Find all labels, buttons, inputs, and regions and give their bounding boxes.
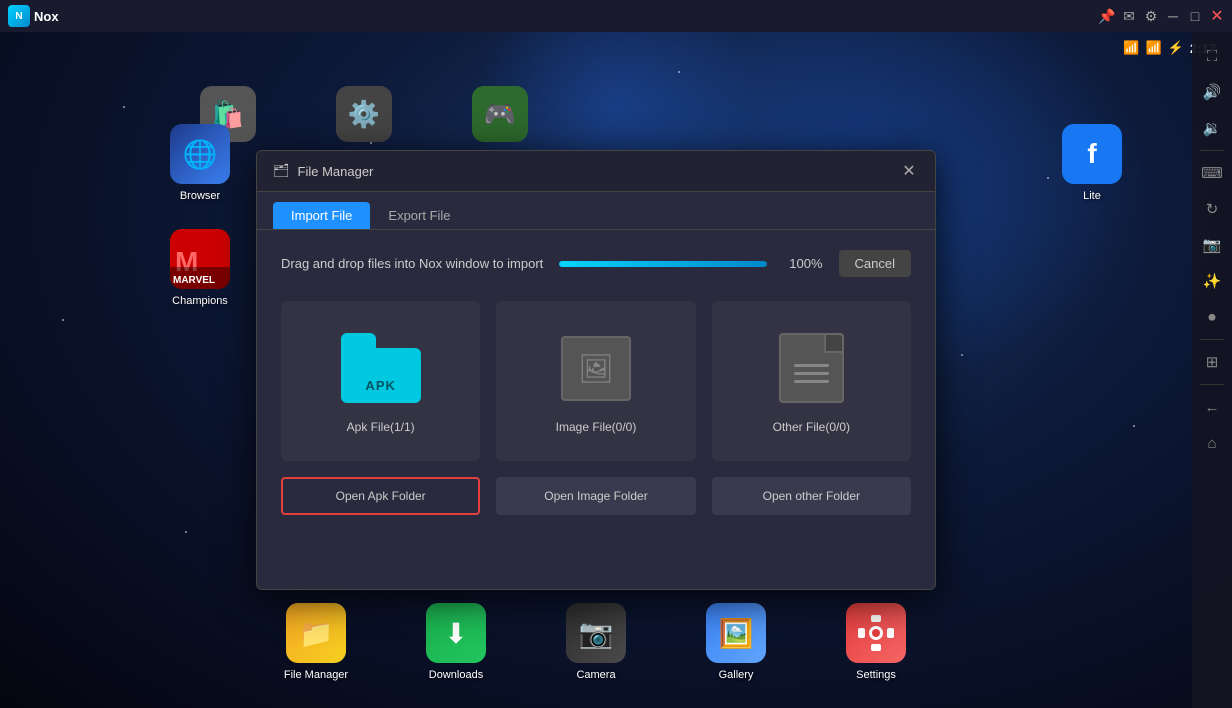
tab-import[interactable]: Import File <box>273 202 370 229</box>
doc-corner <box>824 335 842 353</box>
sidebar-divider-2 <box>1200 339 1224 340</box>
modal-body: Drag and drop files into Nox window to i… <box>257 230 935 535</box>
folder-body: APK <box>341 348 421 403</box>
modal-title-icon: 🗂 <box>273 163 290 179</box>
tab-export[interactable]: Export File <box>370 202 468 229</box>
file-manager-modal: 🗂 File Manager ✕ Import File Export File… <box>256 150 936 590</box>
nox-logo: N Nox <box>8 5 59 27</box>
open-other-folder-button[interactable]: Open other Folder <box>712 477 911 515</box>
image-card-label: Image File(0/0) <box>556 420 637 434</box>
progress-percent: 100% <box>783 256 823 271</box>
mail-icon[interactable]: ✉ <box>1122 9 1136 23</box>
sidebar-sparkle-icon[interactable]: ✨ <box>1196 265 1228 297</box>
modal-close-button[interactable]: ✕ <box>899 161 919 181</box>
folder-buttons: Open Apk Folder Open Image Folder Open o… <box>281 477 911 515</box>
doc-icon <box>779 333 844 403</box>
modal-tabs: Import File Export File <box>257 192 935 230</box>
folder-tab <box>341 333 376 349</box>
gear-icon[interactable]: ⚙ <box>1144 9 1158 23</box>
image-icon-glyph: 🖼 <box>578 352 614 385</box>
sidebar-home-icon[interactable]: ⌂ <box>1196 427 1228 459</box>
apk-file-card: APK Apk File(1/1) <box>281 301 480 461</box>
doc-line-3 <box>794 380 829 383</box>
sidebar-divider-3 <box>1200 384 1224 385</box>
sidebar-multi-icon[interactable]: ⊞ <box>1196 346 1228 378</box>
doc-lines <box>794 364 829 383</box>
pin-icon[interactable]: 📌 <box>1100 9 1114 23</box>
doc-line-1 <box>794 364 829 367</box>
sidebar-volume-icon[interactable]: 🔊 <box>1196 76 1228 108</box>
sidebar-back-icon[interactable]: ← <box>1196 391 1228 423</box>
close-icon[interactable]: ✕ <box>1210 9 1224 23</box>
minimize-icon[interactable]: ─ <box>1166 9 1180 23</box>
modal-overlay: 🗂 File Manager ✕ Import File Export File… <box>0 32 1192 708</box>
modal-title-area: 🗂 File Manager <box>273 163 373 179</box>
open-apk-folder-button[interactable]: Open Apk Folder <box>281 477 480 515</box>
sidebar-volume-down-icon[interactable]: 🔉 <box>1196 112 1228 144</box>
other-file-card: Other File(0/0) <box>712 301 911 461</box>
sidebar-keyboard-icon[interactable]: ⌨ <box>1196 157 1228 189</box>
other-card-label: Other File(0/0) <box>773 420 850 434</box>
sidebar-divider-1 <box>1200 150 1224 151</box>
image-file-icon-container: 🖼 <box>556 328 636 408</box>
maximize-icon[interactable]: □ <box>1188 9 1202 23</box>
apk-folder-icon: APK <box>341 328 421 408</box>
nox-logo-icon: N <box>8 5 30 27</box>
image-file-icon: 🖼 <box>561 336 631 401</box>
progress-label: Drag and drop files into Nox window to i… <box>281 256 543 271</box>
sidebar-record-icon[interactable]: ⏺ <box>1196 301 1228 333</box>
window-controls: 📌 ✉ ⚙ ─ □ ✕ <box>1100 9 1224 23</box>
progress-bar-fill <box>559 261 766 267</box>
apk-text-label: APK <box>365 378 395 393</box>
sidebar-rotate-icon[interactable]: ↻ <box>1196 193 1228 225</box>
nox-title: Nox <box>34 9 59 24</box>
modal-header: 🗂 File Manager ✕ <box>257 151 935 192</box>
modal-title: File Manager <box>298 164 374 179</box>
sidebar-screenshot-icon[interactable]: 📷 <box>1196 229 1228 261</box>
right-sidebar: ⛶ 🔊 🔉 ⌨ ↻ 📷 ✨ ⏺ ⊞ ← ⌂ <box>1192 32 1232 708</box>
doc-line-2 <box>794 372 829 375</box>
open-image-folder-button[interactable]: Open Image Folder <box>496 477 695 515</box>
progress-section: Drag and drop files into Nox window to i… <box>281 250 911 277</box>
file-type-cards: APK Apk File(1/1) 🖼 Image File(0/0) <box>281 301 911 461</box>
doc-icon-container <box>771 328 851 408</box>
progress-bar-container <box>559 261 766 267</box>
image-file-card: 🖼 Image File(0/0) <box>496 301 695 461</box>
sidebar-expand-icon[interactable]: ⛶ <box>1196 40 1228 72</box>
top-bar: N Nox 📌 ✉ ⚙ ─ □ ✕ <box>0 0 1232 32</box>
cancel-button[interactable]: Cancel <box>839 250 911 277</box>
apk-card-label: Apk File(1/1) <box>347 420 415 434</box>
